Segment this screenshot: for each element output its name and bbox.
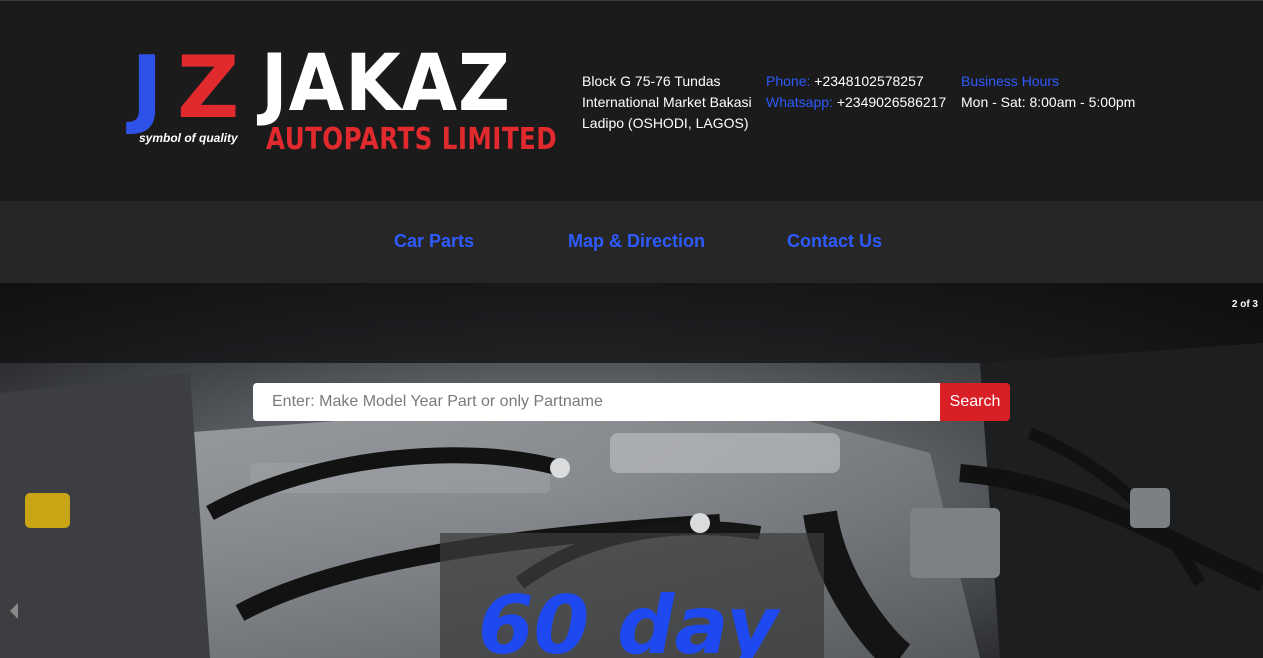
brand-name: JAKAZ	[261, 39, 512, 129]
promo-banner: 60 day	[440, 533, 824, 658]
search-button[interactable]: Search	[940, 383, 1010, 421]
slide-counter: 2 of 3	[1231, 299, 1258, 310]
nav-car-parts[interactable]: Car Parts	[394, 231, 474, 252]
whatsapp-label: Whatsapp:	[766, 94, 833, 110]
store-address: Block G 75-76 Tundas International Marke…	[582, 71, 762, 134]
business-hours-value: Mon - Sat: 8:00am - 5:00pm	[961, 94, 1136, 110]
main-nav: Car Parts Map & Direction Contact Us	[0, 201, 1263, 283]
part-search-input[interactable]	[253, 383, 940, 421]
nav-contact-us[interactable]: Contact Us	[787, 231, 882, 252]
site-header: J Z symbol of quality JAKAZ AUTOPARTS LI…	[0, 0, 1263, 201]
phone-line: Phone: +2348102578257	[766, 71, 956, 92]
brand-subtitle: AUTOPARTS LIMITED	[266, 122, 558, 157]
part-search-form: Search	[253, 383, 1010, 421]
address-line-2: International Market Bakasi	[582, 94, 752, 110]
brand-logo[interactable]: J Z symbol of quality JAKAZ AUTOPARTS LI…	[131, 38, 557, 156]
promo-text: 60 day	[478, 579, 779, 658]
triangle-left-icon[interactable]	[10, 603, 18, 619]
logo-letter-j: J	[131, 38, 163, 138]
contact-info: Phone: +2348102578257 Whatsapp: +2349026…	[766, 71, 956, 113]
logo-mark: J Z symbol of quality	[131, 38, 243, 150]
logo-tagline: symbol of quality	[139, 131, 238, 145]
business-hours: Business Hours Mon - Sat: 8:00am - 5:00p…	[961, 71, 1161, 113]
address-line-3: Ladipo (OSHODI, LAGOS)	[582, 115, 749, 131]
nav-map-direction[interactable]: Map & Direction	[568, 231, 705, 252]
business-hours-label: Business Hours	[961, 73, 1060, 89]
hero-slider: 2 of 3 Search 60 day	[0, 283, 1263, 658]
logo-letter-z: Z	[177, 38, 240, 138]
whatsapp-line: Whatsapp: +2349026586217	[766, 92, 956, 113]
address-line-1: Block G 75-76 Tundas	[582, 73, 721, 89]
phone-label: Phone:	[766, 73, 811, 89]
whatsapp-number[interactable]: +2349026586217	[837, 94, 946, 110]
phone-number[interactable]: +2348102578257	[814, 73, 923, 89]
